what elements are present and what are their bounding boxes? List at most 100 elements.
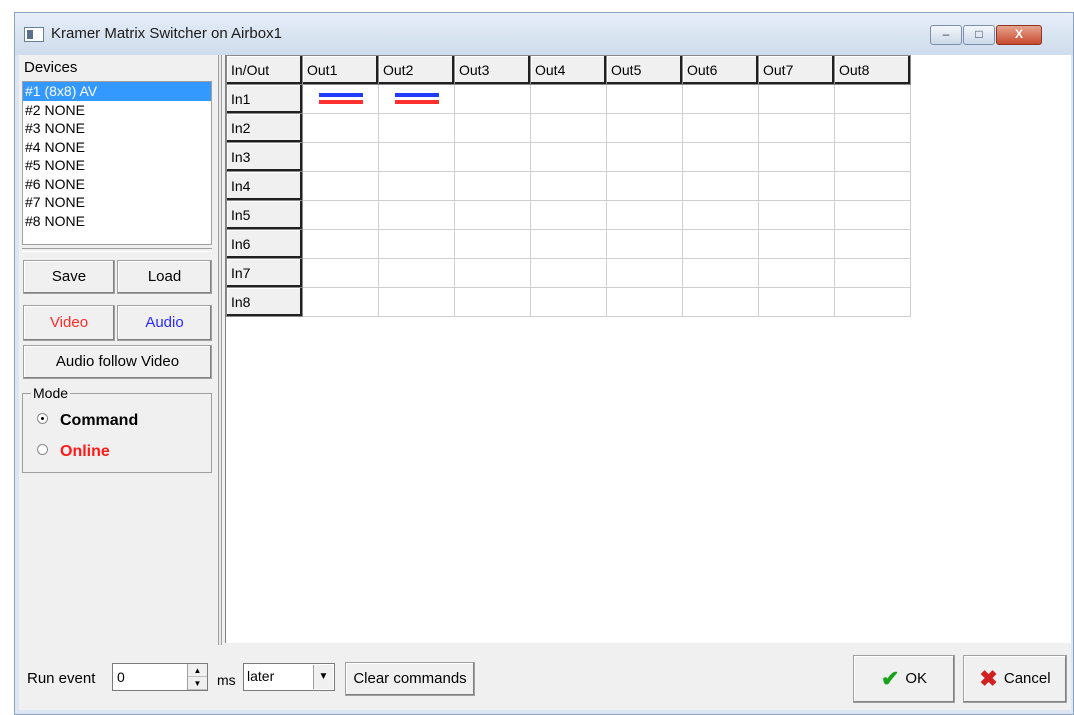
matrix-cell[interactable] xyxy=(758,229,835,259)
matrix-cell[interactable] xyxy=(302,171,379,201)
matrix-cell[interactable] xyxy=(302,200,379,230)
timing-select[interactable]: later ▼ xyxy=(243,663,335,691)
matrix-cell[interactable] xyxy=(682,287,759,317)
matrix-cell[interactable] xyxy=(530,258,607,288)
input-header-in2[interactable]: In2 xyxy=(226,113,303,143)
matrix-cell[interactable] xyxy=(530,113,607,143)
matrix-cell[interactable] xyxy=(378,171,455,201)
matrix-cell[interactable] xyxy=(834,287,911,317)
matrix-cell[interactable] xyxy=(758,171,835,201)
matrix-cell[interactable] xyxy=(378,84,455,114)
output-header-out3[interactable]: Out3 xyxy=(454,55,531,85)
matrix-cell[interactable] xyxy=(302,287,379,317)
device-list-item[interactable]: #8 NONE xyxy=(23,212,211,231)
minimize-button[interactable]: – xyxy=(930,25,962,45)
matrix-cell[interactable] xyxy=(758,142,835,172)
matrix-cell[interactable] xyxy=(834,171,911,201)
vertical-splitter[interactable] xyxy=(218,55,222,645)
matrix-cell[interactable] xyxy=(378,229,455,259)
matrix-cell[interactable] xyxy=(758,84,835,114)
output-header-out8[interactable]: Out8 xyxy=(834,55,911,85)
input-header-in8[interactable]: In8 xyxy=(226,287,303,317)
matrix-cell[interactable] xyxy=(378,258,455,288)
output-header-out7[interactable]: Out7 xyxy=(758,55,835,85)
devices-list[interactable]: #1 (8x8) AV #2 NONE #3 NONE #4 NONE #5 NONE #… xyxy=(22,81,212,245)
matrix-cell[interactable] xyxy=(682,258,759,288)
matrix-cell[interactable] xyxy=(758,287,835,317)
matrix-cell[interactable] xyxy=(378,287,455,317)
radio-unselected-icon[interactable] xyxy=(37,444,48,456)
input-header-in5[interactable]: In5 xyxy=(226,200,303,230)
matrix-cell[interactable] xyxy=(530,142,607,172)
save-button[interactable]: Save xyxy=(23,260,115,294)
matrix-cell[interactable] xyxy=(606,287,683,317)
matrix-cell[interactable] xyxy=(834,229,911,259)
device-list-item[interactable]: #4 NONE xyxy=(23,138,211,157)
matrix-cell[interactable] xyxy=(378,200,455,230)
matrix-cell[interactable] xyxy=(530,229,607,259)
close-button[interactable]: X xyxy=(996,25,1042,45)
matrix-cell[interactable] xyxy=(454,287,531,317)
matrix-cell[interactable] xyxy=(454,229,531,259)
matrix-cell[interactable] xyxy=(454,142,531,172)
output-header-out2[interactable]: Out2 xyxy=(378,55,455,85)
run-event-spinner[interactable]: ▲ ▼ xyxy=(187,664,207,690)
matrix-cell[interactable] xyxy=(834,142,911,172)
cancel-button[interactable]: ✖ Cancel xyxy=(963,655,1067,703)
clear-commands-button[interactable]: Clear commands xyxy=(345,662,475,696)
matrix-cell[interactable] xyxy=(606,113,683,143)
video-button[interactable]: Video xyxy=(23,305,115,341)
matrix-cell[interactable] xyxy=(454,84,531,114)
matrix-cell[interactable] xyxy=(530,171,607,201)
matrix-cell[interactable] xyxy=(530,84,607,114)
output-header-out6[interactable]: Out6 xyxy=(682,55,759,85)
matrix-cell[interactable] xyxy=(758,113,835,143)
matrix-cell[interactable] xyxy=(758,258,835,288)
input-header-in1[interactable]: In1 xyxy=(226,84,303,114)
spin-down-icon[interactable]: ▼ xyxy=(188,677,207,690)
matrix-cell[interactable] xyxy=(682,200,759,230)
audio-button[interactable]: Audio xyxy=(117,305,212,341)
input-header-in6[interactable]: In6 xyxy=(226,229,303,259)
matrix-cell[interactable] xyxy=(454,171,531,201)
input-header-in3[interactable]: In3 xyxy=(226,142,303,172)
matrix-cell[interactable] xyxy=(606,200,683,230)
matrix-cell[interactable] xyxy=(682,229,759,259)
matrix-cell[interactable] xyxy=(606,84,683,114)
device-list-item[interactable]: #5 NONE xyxy=(23,156,211,175)
output-header-out5[interactable]: Out5 xyxy=(606,55,683,85)
device-list-item[interactable]: #7 NONE xyxy=(23,193,211,212)
output-header-out1[interactable]: Out1 xyxy=(302,55,379,85)
load-button[interactable]: Load xyxy=(117,260,212,294)
matrix-cell[interactable] xyxy=(530,287,607,317)
matrix-cell[interactable] xyxy=(758,200,835,230)
device-list-item[interactable]: #2 NONE xyxy=(23,101,211,120)
title-bar[interactable]: Kramer Matrix Switcher on Airbox1 – □ X xyxy=(15,13,1073,55)
matrix-cell[interactable] xyxy=(606,171,683,201)
spin-up-icon[interactable]: ▲ xyxy=(188,664,207,677)
maximize-button[interactable]: □ xyxy=(963,25,995,45)
matrix-cell[interactable] xyxy=(454,113,531,143)
radio-selected-icon[interactable] xyxy=(37,413,48,425)
matrix-cell[interactable] xyxy=(682,142,759,172)
dropdown-arrow-icon[interactable]: ▼ xyxy=(313,665,333,689)
matrix-cell[interactable] xyxy=(606,258,683,288)
device-list-item[interactable]: #3 NONE xyxy=(23,119,211,138)
matrix-cell[interactable] xyxy=(682,113,759,143)
device-list-item[interactable]: #6 NONE xyxy=(23,175,211,194)
matrix-cell[interactable] xyxy=(682,171,759,201)
matrix-cell[interactable] xyxy=(302,142,379,172)
mode-command-radio[interactable]: Command xyxy=(37,412,138,430)
matrix-cell[interactable] xyxy=(454,200,531,230)
matrix-cell[interactable] xyxy=(454,258,531,288)
matrix-cell[interactable] xyxy=(834,84,911,114)
matrix-cell[interactable] xyxy=(606,142,683,172)
matrix-cell[interactable] xyxy=(834,113,911,143)
matrix-cell[interactable] xyxy=(378,113,455,143)
mode-online-radio[interactable]: Online xyxy=(37,443,110,461)
matrix-cell[interactable] xyxy=(302,113,379,143)
horizontal-splitter[interactable] xyxy=(22,248,212,252)
output-header-out4[interactable]: Out4 xyxy=(530,55,607,85)
matrix-cell[interactable] xyxy=(606,229,683,259)
matrix-cell[interactable] xyxy=(530,200,607,230)
